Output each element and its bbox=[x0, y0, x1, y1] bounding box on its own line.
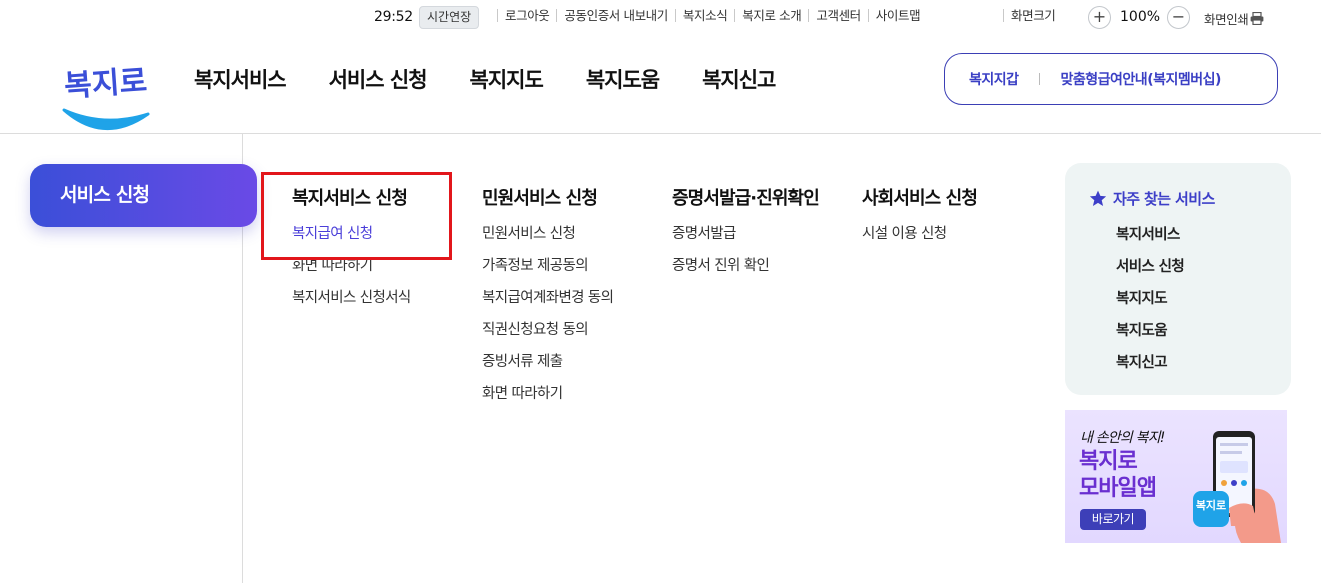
favorites-panel: 자주 찾는 서비스 복지서비스 서비스 신청 복지지도 복지도움 복지신고 bbox=[1065, 163, 1291, 395]
logo-icon: 복지로 bbox=[62, 64, 150, 130]
cert-export-link[interactable]: 공동인증서 내보내기 bbox=[556, 9, 674, 22]
banner-headline: 복지로 모바일앱 bbox=[1079, 448, 1157, 502]
welfare-wallet-link[interactable]: 복지지갑 bbox=[945, 69, 1039, 89]
menu-item-ex-officio[interactable]: 직권신청요청 동의 bbox=[482, 318, 613, 350]
banner-line1: 내 손안의 복지! bbox=[1080, 430, 1165, 446]
utility-bar: 29:52 시간연장 로그아웃 공동인증서 내보내기 복지소식 복지로 소개 고… bbox=[0, 5, 1321, 29]
menu-item-facility-apply[interactable]: 시설 이용 신청 bbox=[862, 222, 977, 254]
news-link[interactable]: 복지소식 bbox=[674, 9, 734, 22]
gnb-welfare-report[interactable]: 복지신고 bbox=[702, 64, 776, 94]
banner-line3: 모바일앱 bbox=[1079, 476, 1157, 501]
menu-column-civil-apply: 민원서비스 신청 민원서비스 신청 가족정보 제공동의 복지급여계좌변경 동의 … bbox=[482, 184, 614, 414]
menu-item-certificate-verify[interactable]: 증명서 진위 확인 bbox=[672, 254, 819, 286]
menu-column-social-service: 사회서비스 신청 시설 이용 신청 bbox=[862, 184, 978, 254]
menu-item-certificate-issue[interactable]: 증명서발급 bbox=[672, 222, 819, 254]
quick-links: 복지지갑 맞춤형급여안내(복지멤버십) bbox=[944, 53, 1278, 105]
printer-icon bbox=[1251, 12, 1264, 25]
favorite-item[interactable]: 복지서비스 bbox=[1116, 223, 1184, 255]
favorite-item[interactable]: 복지신고 bbox=[1116, 351, 1184, 383]
menu-item-forms[interactable]: 복지서비스 신청서식 bbox=[292, 286, 411, 318]
customer-center-link[interactable]: 고객센터 bbox=[808, 9, 867, 22]
menu-column-certificate: 증명서발급·진위확인 증명서발급 증명서 진위 확인 bbox=[672, 184, 820, 286]
logo-text: 복지로 bbox=[63, 64, 148, 105]
menu-item-tutorial[interactable]: 화면 따라하기 bbox=[482, 382, 613, 414]
banner-line2: 복지로 bbox=[1079, 449, 1138, 474]
zoom-value: 100% bbox=[1120, 9, 1161, 25]
main-navigation: 복지서비스 서비스 신청 복지지도 복지도움 복지신고 bbox=[194, 64, 818, 94]
print-button[interactable]: 화면인쇄 bbox=[1204, 9, 1264, 28]
session-timer: 29:52 bbox=[374, 9, 413, 25]
menu-item-civil-apply[interactable]: 민원서비스 신청 bbox=[482, 222, 613, 254]
banner-go-button[interactable]: 바로가기 bbox=[1080, 509, 1146, 530]
font-size-label: 화면크기 bbox=[1003, 9, 1056, 22]
mobile-app-banner[interactable]: 내 손안의 복지! 복지로 모바일앱 바로가기 복지로 bbox=[1065, 410, 1287, 543]
zoom-out-button[interactable]: − bbox=[1167, 6, 1190, 29]
membership-link[interactable]: 맞춤형급여안내(복지멤버십) bbox=[1040, 69, 1222, 89]
menu-item-family-consent[interactable]: 가족정보 제공동의 bbox=[482, 254, 613, 286]
logout-link[interactable]: 로그아웃 bbox=[497, 9, 556, 22]
favorites-title: 자주 찾는 서비스 bbox=[1089, 188, 1215, 209]
site-logo[interactable]: 복지로 bbox=[58, 50, 154, 134]
gnb-welfare-help[interactable]: 복지도움 bbox=[586, 64, 660, 94]
menu-item-account-change[interactable]: 복지급여계좌변경 동의 bbox=[482, 286, 614, 318]
favorites-title-text: 자주 찾는 서비스 bbox=[1113, 190, 1215, 208]
about-link[interactable]: 복지로 소개 bbox=[734, 9, 808, 22]
gnb-welfare-map[interactable]: 복지지도 bbox=[470, 64, 544, 94]
favorite-item[interactable]: 복지지도 bbox=[1116, 287, 1184, 319]
favorite-item[interactable]: 복지도움 bbox=[1116, 319, 1184, 351]
header-divider bbox=[0, 133, 1321, 134]
gnb-service-apply[interactable]: 서비스 신청 bbox=[329, 64, 428, 94]
menu-item-document-submit[interactable]: 증빙서류 제출 bbox=[482, 350, 613, 382]
app-icon: 복지로 bbox=[1193, 491, 1229, 527]
highlight-box bbox=[261, 172, 452, 260]
sitemap-link[interactable]: 사이트맵 bbox=[867, 9, 927, 22]
column-title: 민원서비스 신청 bbox=[482, 188, 598, 209]
extend-session-button[interactable]: 시간연장 bbox=[419, 6, 480, 29]
favorite-item[interactable]: 서비스 신청 bbox=[1116, 255, 1185, 287]
app-icon-text: 복지로 bbox=[1195, 499, 1227, 512]
star-icon bbox=[1089, 190, 1107, 206]
zoom-in-button[interactable]: + bbox=[1088, 6, 1111, 29]
gnb-welfare-service[interactable]: 복지서비스 bbox=[194, 64, 287, 94]
side-menu-active[interactable]: 서비스 신청 bbox=[30, 164, 257, 227]
utility-links: 로그아웃 공동인증서 내보내기 복지소식 복지로 소개 고객센터 사이트맵 bbox=[497, 9, 927, 22]
column-title: 증명서발급·진위확인 bbox=[672, 188, 820, 209]
print-label: 화면인쇄 bbox=[1204, 12, 1249, 27]
column-title: 사회서비스 신청 bbox=[862, 188, 978, 209]
